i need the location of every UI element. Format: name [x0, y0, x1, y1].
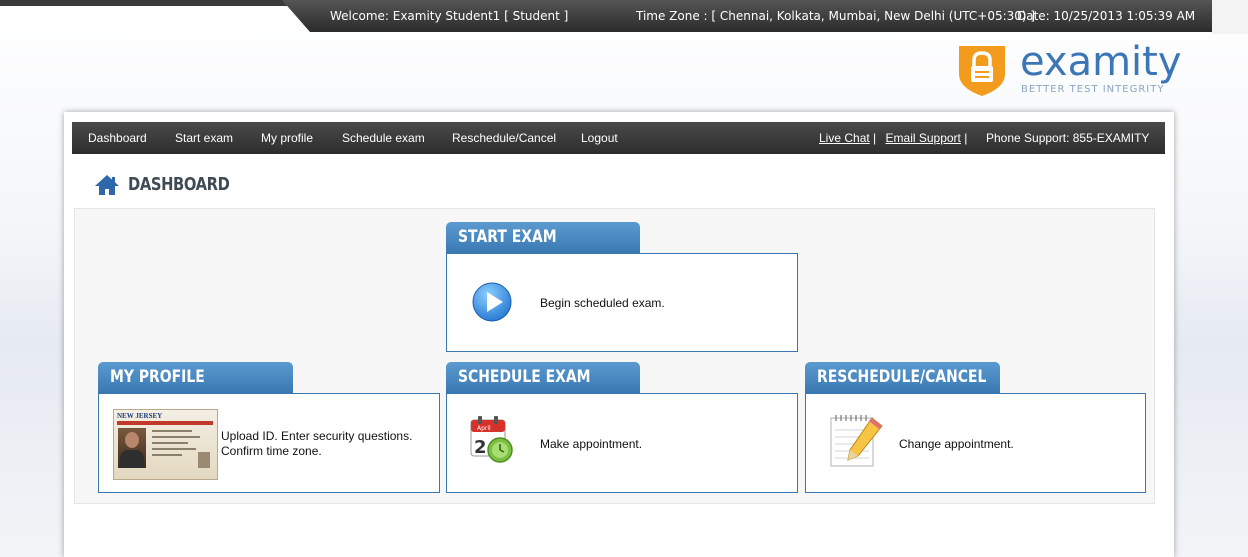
separator: | — [964, 131, 968, 145]
logo-wordmark: examity — [1020, 39, 1182, 85]
shield-lock-icon — [959, 46, 1005, 96]
schedule-exam-card-body: April 2 Make appointment. — [446, 393, 798, 493]
calendar-clock-icon: April 2 — [470, 416, 513, 463]
examity-logo: examity BETTER TEST INTEGRITY — [955, 40, 1182, 100]
page-title: DASHBOARD — [128, 174, 230, 195]
reschedule-cancel-card-text: Change appointment. — [899, 437, 1014, 451]
separator: | — [873, 131, 877, 145]
start-exam-card-title: START EXAM — [446, 222, 640, 253]
home-icon — [95, 175, 119, 195]
timezone-text: Time Zone : [ Chennai, Kolkata, Mumbai, … — [636, 9, 1036, 23]
schedule-exam-card-text: Make appointment. — [540, 437, 643, 451]
schedule-exam-card[interactable]: SCHEDULE EXAM April 2 Make appointment. — [446, 362, 798, 493]
main-nav: Dashboard Start exam My profile Schedule… — [72, 122, 1165, 154]
phone-support-text: Phone Support: 855-EXAMITY — [986, 131, 1150, 145]
email-support-link[interactable]: Email Support — [886, 131, 961, 145]
my-profile-card-title: MY PROFILE — [98, 362, 293, 393]
welcome-text: Welcome: Examity Student1 [ Student ] — [330, 9, 569, 23]
live-chat-link[interactable]: Live Chat — [819, 131, 870, 145]
start-exam-card-text: Begin scheduled exam. — [540, 296, 665, 310]
play-icon — [472, 282, 512, 322]
nav-schedule-exam[interactable]: Schedule exam — [342, 131, 425, 145]
start-exam-card-body: Begin scheduled exam. — [446, 253, 798, 352]
reschedule-cancel-card[interactable]: RESCHEDULE/CANCEL Change appointment. — [805, 362, 1146, 493]
nav-dashboard[interactable]: Dashboard — [88, 131, 147, 145]
main-panel: Dashboard Start exam My profile Schedule… — [64, 112, 1174, 557]
nav-logout[interactable]: Logout — [581, 131, 618, 145]
start-exam-card[interactable]: START EXAM Begin scheduled exam. — [446, 222, 798, 352]
id-card-state: NEW JERSEY — [117, 412, 163, 420]
reschedule-cancel-card-title: RESCHEDULE/CANCEL — [805, 362, 1000, 393]
id-card-icon: NEW JERSEY — [113, 409, 218, 480]
date-text: Date: 10/25/2013 1:05:39 AM — [1017, 9, 1196, 23]
reschedule-cancel-card-body: Change appointment. — [805, 393, 1146, 493]
calendar-day: 2 — [474, 437, 487, 458]
nav-start-exam[interactable]: Start exam — [175, 131, 233, 145]
support-links: Live Chat | Email Support | — [819, 131, 967, 145]
dashboard-content: START EXAM Begin scheduled exam. MY PROF… — [74, 208, 1155, 504]
notepad-pencil-icon — [830, 415, 883, 467]
schedule-exam-card-title: SCHEDULE EXAM — [446, 362, 640, 393]
my-profile-card[interactable]: MY PROFILE NEW JERSEY Upload ID. Enter s… — [98, 362, 440, 493]
top-header-bar: Welcome: Examity Student1 [ Student ] Ti… — [0, 0, 1248, 34]
logo-tagline: BETTER TEST INTEGRITY — [1021, 84, 1165, 95]
my-profile-card-body: NEW JERSEY Upload ID. Enter security que… — [98, 393, 440, 493]
calendar-month: April — [477, 425, 491, 432]
nav-my-profile[interactable]: My profile — [261, 131, 313, 145]
my-profile-card-text: Upload ID. Enter security questions. Con… — [221, 429, 413, 458]
nav-reschedule-cancel[interactable]: Reschedule/Cancel — [452, 131, 556, 145]
